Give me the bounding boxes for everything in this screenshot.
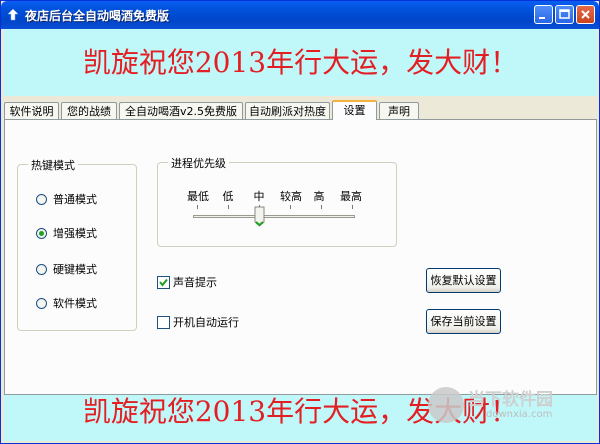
tab-your-record[interactable]: 您的战绩 xyxy=(61,102,117,119)
tab-settings[interactable]: 设置 xyxy=(332,100,377,120)
sound-prompt-label: 声音提示 xyxy=(173,276,217,289)
radio-circle[interactable] xyxy=(36,298,47,309)
tab-software-info[interactable]: 软件说明 xyxy=(4,102,59,119)
watermark-text: 当下软件园 xyxy=(468,390,553,410)
maximize-icon xyxy=(559,9,570,19)
priority-level-normal: 中 xyxy=(253,190,265,203)
app-window: 夜店后台全自动喝酒免费版 凯旋祝您2013年行大运，发大财！ 软件说明 您的战绩… xyxy=(0,0,600,444)
priority-level-high: 高 xyxy=(313,190,325,203)
title-bar[interactable]: 夜店后台全自动喝酒免费版 xyxy=(1,1,599,29)
watermark-subtext: downxia.com xyxy=(486,409,553,420)
radio-label: 硬键模式 xyxy=(53,263,97,276)
radio-label: 普通模式 xyxy=(53,193,97,206)
slider-tick xyxy=(321,205,322,209)
save-settings-button[interactable]: 保存当前设置 xyxy=(426,309,501,334)
banner-top: 凯旋祝您2013年行大运，发大财！ xyxy=(4,29,597,96)
checkbox-checked[interactable] xyxy=(157,276,170,289)
radio-circle[interactable] xyxy=(36,194,47,205)
slider-tick xyxy=(290,205,291,209)
minimize-button[interactable] xyxy=(534,5,553,24)
check-icon xyxy=(159,278,168,287)
maximize-button[interactable] xyxy=(555,5,574,24)
window-title: 夜店后台全自动喝酒免费版 xyxy=(25,9,170,23)
hotkey-mode-title: 热键模式 xyxy=(28,157,78,173)
radio-circle[interactable] xyxy=(36,264,47,275)
minimize-icon xyxy=(539,17,545,19)
radio-label: 软件模式 xyxy=(53,297,97,310)
tab-auto-drink[interactable]: 全自动喝酒v2.5免费版 xyxy=(119,102,243,119)
priority-level-highest: 最高 xyxy=(340,190,362,203)
watermark-logo-icon xyxy=(428,387,464,423)
priority-slider-thumb[interactable] xyxy=(254,206,265,227)
close-icon xyxy=(581,10,590,19)
watermark: 当下软件园 downxia.com xyxy=(426,383,586,433)
autostart-label: 开机自动运行 xyxy=(173,316,239,329)
priority-level-higher: 较高 xyxy=(280,190,302,203)
tab-party-heat[interactable]: 自动刷派对热度 xyxy=(245,102,330,119)
radio-circle-selected[interactable] xyxy=(36,228,47,239)
priority-level-lowest: 最低 xyxy=(187,190,209,203)
restore-defaults-button[interactable]: 恢复默认设置 xyxy=(426,268,501,293)
settings-panel: 热键模式 普通模式 增强模式 硬键模式 软件模式 进程优先级 最低 低 中 较高… xyxy=(4,119,597,395)
tab-statement[interactable]: 声明 xyxy=(379,102,419,119)
slider-tick xyxy=(228,205,229,209)
radio-label: 增强模式 xyxy=(53,227,97,240)
app-icon xyxy=(7,8,19,21)
slider-tick xyxy=(197,205,198,209)
priority-title: 进程优先级 xyxy=(168,155,229,171)
priority-group: 进程优先级 xyxy=(157,155,397,247)
slider-tick xyxy=(352,205,353,209)
checkbox-unchecked[interactable] xyxy=(157,316,170,329)
close-button[interactable] xyxy=(576,5,595,24)
priority-level-low: 低 xyxy=(222,190,234,203)
priority-slider-track[interactable] xyxy=(193,215,355,218)
hotkey-mode-group: 热键模式 普通模式 增强模式 硬键模式 软件模式 xyxy=(17,157,137,331)
